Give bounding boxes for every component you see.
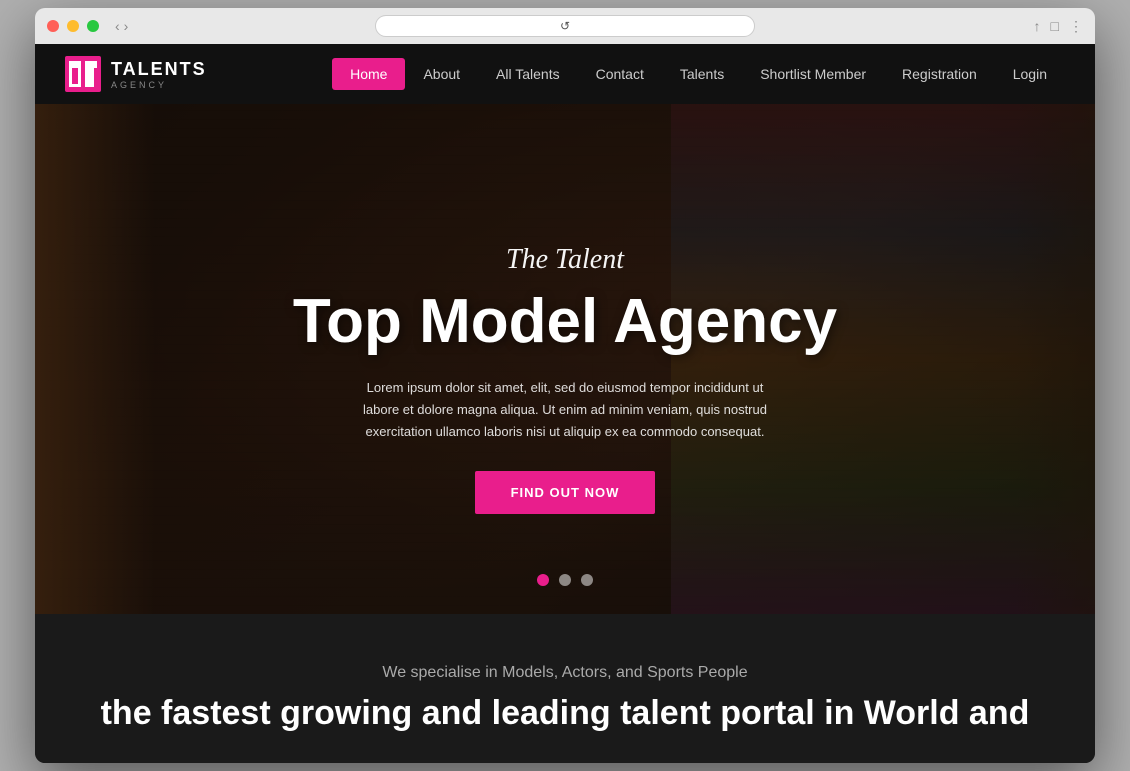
hero-description: Lorem ipsum dolor sit amet, elit, sed do… (355, 377, 775, 443)
address-bar[interactable]: ↺ (375, 15, 755, 37)
nav-registration[interactable]: Registration (884, 58, 995, 90)
titlebar: ‹ › ↺ ↑ □ ⋮ (35, 8, 1095, 44)
logo-subtitle: AGENCY (111, 80, 207, 90)
logo-title: TALENTS (111, 59, 207, 80)
nav-contact[interactable]: Contact (578, 58, 662, 90)
back-arrow[interactable]: ‹ (115, 18, 120, 34)
nav-arrows: ‹ › (115, 18, 128, 34)
website-content: TALENTS AGENCY Home About All Talents Co… (35, 44, 1095, 763)
logo[interactable]: TALENTS AGENCY (65, 56, 207, 92)
maximize-button[interactable] (87, 20, 99, 32)
nav-links: Home About All Talents Contact Talents S… (332, 58, 1065, 90)
minimize-button[interactable] (67, 20, 79, 32)
hero-dot-1[interactable] (537, 574, 549, 586)
toolbar-right: ↑ □ ⋮ (1034, 18, 1083, 35)
nav-home[interactable]: Home (332, 58, 405, 90)
below-fold-section: We specialise in Models, Actors, and Spo… (35, 614, 1095, 763)
logo-text-group: TALENTS AGENCY (111, 59, 207, 90)
hero-cta-button[interactable]: FIND OUT NOW (475, 471, 656, 514)
below-fold-subtitle: We specialise in Models, Actors, and Spo… (65, 664, 1065, 682)
hero-content: The Talent Top Model Agency Lorem ipsum … (35, 104, 1095, 514)
hero-section: The Talent Top Model Agency Lorem ipsum … (35, 104, 1095, 614)
share-icon[interactable]: ↑ (1034, 18, 1041, 35)
hero-dots (537, 574, 593, 586)
url-text: ↺ (560, 19, 570, 33)
hero-dot-3[interactable] (581, 574, 593, 586)
hero-subtitle: The Talent (35, 244, 1095, 276)
navbar: TALENTS AGENCY Home About All Talents Co… (35, 44, 1095, 104)
forward-arrow[interactable]: › (124, 18, 129, 34)
logo-icon (65, 56, 101, 92)
below-fold-title: the fastest growing and leading talent p… (65, 694, 1065, 733)
nav-shortlist[interactable]: Shortlist Member (742, 58, 884, 90)
browser-window: ‹ › ↺ ↑ □ ⋮ (35, 8, 1095, 763)
nav-about[interactable]: About (405, 58, 478, 90)
tabs-icon[interactable]: □ (1051, 18, 1059, 35)
nav-login[interactable]: Login (995, 58, 1065, 90)
hero-title: Top Model Agency (35, 286, 1095, 357)
hero-dot-2[interactable] (559, 574, 571, 586)
nav-all-talents[interactable]: All Talents (478, 58, 578, 90)
close-button[interactable] (47, 20, 59, 32)
nav-talents[interactable]: Talents (662, 58, 742, 90)
menu-icon[interactable]: ⋮ (1069, 18, 1083, 35)
